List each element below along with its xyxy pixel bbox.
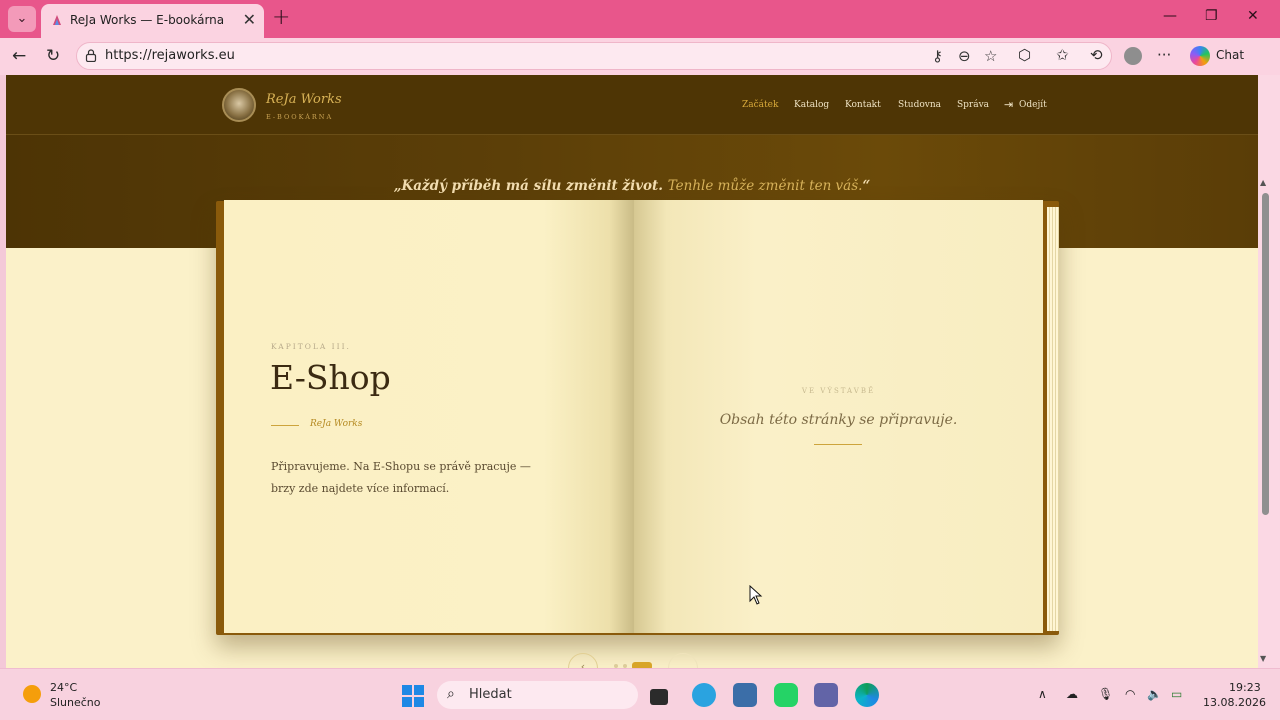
tab-title: ReJa Works — E-bookárna (70, 13, 225, 27)
nav-home[interactable]: Začátek (742, 100, 778, 110)
brand-logo-icon[interactable] (222, 88, 256, 122)
book-right-page: VE VÝSTAVBĚ Obsah této stránky se připra… (634, 200, 1043, 633)
onedrive-icon[interactable]: ☁ (1066, 687, 1078, 701)
url-text: https://rejaworks.eu (105, 48, 235, 63)
scrollbar-thumb[interactable] (1262, 193, 1269, 515)
nav-contact[interactable]: Kontakt (845, 100, 881, 110)
prev-page-button[interactable]: ‹ (568, 653, 598, 668)
extensions-icon[interactable]: ⬡ (1018, 46, 1031, 64)
search-icon: ⌕ (447, 686, 455, 702)
chapter-label: KAPITOLA III. (271, 342, 351, 351)
weather-temperature[interactable]: 24°C (50, 681, 77, 694)
chat-button[interactable]: Chat (1216, 48, 1244, 62)
zoom-icon[interactable]: ⊖ (958, 47, 971, 65)
lock-icon (85, 49, 97, 62)
search-placeholder: Hledat (469, 687, 512, 702)
quote-end: “ (862, 178, 871, 194)
copilot-icon[interactable] (1190, 46, 1210, 66)
browser-toolbar: ← ↻ https://rejaworks.eu ⚷ ⊖ ☆ ⬡ ✩ ⟲ ···… (0, 38, 1280, 75)
nav-admin[interactable]: Správa (957, 100, 989, 110)
file-explorer-icon[interactable] (650, 689, 668, 705)
brand-subtitle: E-BOOKÁRNA (266, 113, 334, 121)
edge-browser-icon[interactable] (855, 683, 879, 707)
page-viewport: ReJa Works E-BOOKÁRNA Začátek Katalog Ko… (6, 75, 1258, 668)
teams-icon[interactable] (814, 683, 838, 707)
author-label: ReJa Works (310, 419, 363, 429)
new-tab-icon[interactable]: + (272, 5, 290, 30)
minimize-icon[interactable]: — (1163, 8, 1177, 24)
whatsapp-icon[interactable] (774, 683, 798, 707)
weather-description[interactable]: Slunečno (50, 696, 101, 709)
page-title: E-Shop (270, 358, 391, 397)
more-icon[interactable]: ··· (1157, 46, 1171, 64)
history-icon[interactable]: ⟲ (1090, 46, 1103, 64)
volume-icon[interactable]: 🔈 (1147, 687, 1162, 701)
restore-icon[interactable]: ❐ (1205, 8, 1218, 24)
reload-icon[interactable]: ↻ (46, 46, 60, 66)
tab-list-icon[interactable]: ⌄ (8, 6, 36, 32)
next-page-button[interactable] (668, 653, 698, 668)
scroll-up-icon[interactable]: ▲ (1260, 178, 1266, 187)
key-icon[interactable]: ⚷ (932, 47, 943, 65)
telegram-icon[interactable] (692, 683, 716, 707)
quote-main: „Každý příběh má sílu změnit život. (393, 178, 668, 194)
scroll-down-icon[interactable]: ▼ (1260, 654, 1266, 663)
remote-desktop-icon[interactable] (733, 683, 757, 707)
quote-accent: Tenhle může změnit ten váš. (667, 178, 863, 194)
windows-start-icon[interactable] (402, 685, 424, 707)
favorite-star-icon[interactable]: ☆ (984, 47, 997, 65)
address-bar[interactable]: https://rejaworks.eu ⚷ ⊖ ☆ (76, 42, 1112, 70)
close-window-icon[interactable]: ✕ (1247, 8, 1259, 24)
battery-icon[interactable]: ▭ (1171, 687, 1182, 701)
nav-catalog[interactable]: Katalog (794, 100, 829, 110)
favorites-icon[interactable]: ✩ (1056, 46, 1069, 64)
hero-quote: „Každý příběh má sílu změnit život. Tenh… (6, 178, 1258, 194)
profile-icon[interactable] (1124, 47, 1142, 65)
title-divider (271, 425, 299, 426)
weather-sun-icon[interactable] (23, 685, 41, 703)
clock-time[interactable]: 19:23 (1229, 681, 1261, 694)
status-label: VE VÝSTAVBĚ (801, 387, 876, 395)
back-icon[interactable]: ← (12, 46, 26, 66)
microphone-icon[interactable]: 🎙 (1098, 687, 1113, 701)
mouse-cursor-icon (749, 585, 763, 605)
taskbar-search[interactable]: ⌕ Hledat (437, 681, 638, 709)
intro-text: Připravujeme. Na E-Shopu se právě pracuj… (271, 460, 531, 495)
tray-chevron-icon[interactable]: ∧ (1038, 687, 1047, 701)
tab-close-icon[interactable]: ✕ (243, 10, 256, 29)
book-page-edges (1047, 207, 1059, 631)
status-divider (814, 444, 862, 445)
clock-date[interactable]: 13.08.2026 (1203, 696, 1266, 709)
book-left-page: KAPITOLA III. E-Shop ReJa Works Připravu… (224, 200, 634, 633)
nav-logout[interactable]: Odejít (1019, 100, 1047, 110)
wifi-icon[interactable]: ◠ (1125, 687, 1135, 701)
tab-strip: ⌄ ReJa Works — E-bookárna ✕ + — ❐ ✕ (0, 0, 1280, 38)
book-pager: ‹ (568, 653, 708, 668)
site-header: ReJa Works E-BOOKÁRNA Začátek Katalog Ko… (6, 75, 1258, 135)
brand-name[interactable]: ReJa Works (266, 92, 342, 107)
site-favicon-icon (53, 15, 61, 25)
taskbar: 24°C Slunečno ⌕ Hledat ∧ ☁ 🎙 ◠ 🔈 ▭ 19:23… (0, 668, 1280, 720)
nav-study[interactable]: Studovna (898, 100, 941, 110)
active-tab[interactable]: ReJa Works — E-bookárna ✕ (41, 4, 264, 38)
logout-icon[interactable]: ⇥ (1004, 98, 1013, 111)
status-message: Obsah této stránky se připravuje. (719, 412, 958, 428)
